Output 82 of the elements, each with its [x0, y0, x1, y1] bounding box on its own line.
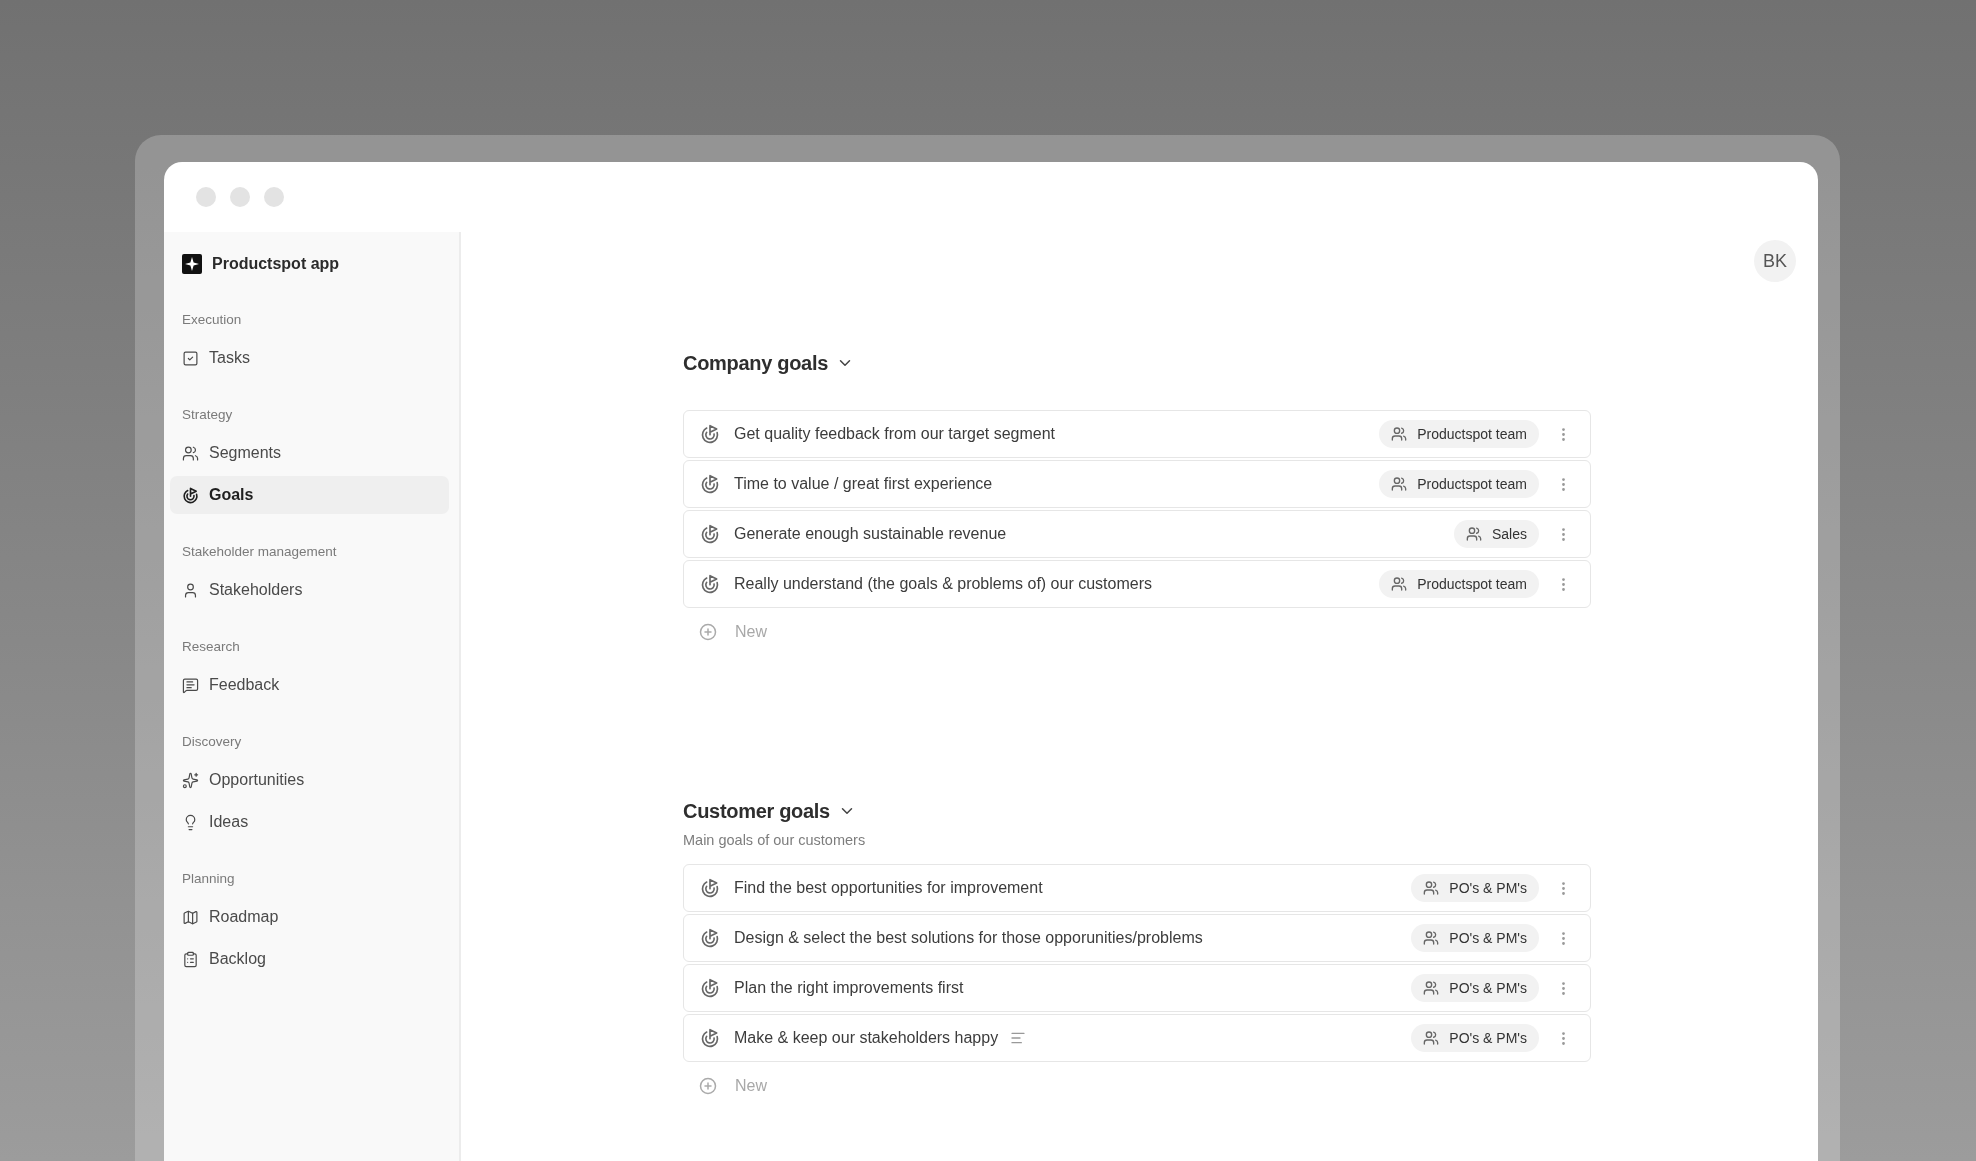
team-name: Productspot team — [1417, 476, 1527, 492]
goal-row[interactable]: Generate enough sustainable revenue Sales — [683, 510, 1591, 558]
goal-icon — [700, 928, 720, 948]
sidebar-item[interactable]: Stakeholders — [170, 571, 449, 609]
section-title: Strategy — [181, 407, 234, 422]
sidebar-item[interactable]: Roadmap — [170, 898, 449, 936]
section-title: Execution — [181, 312, 243, 327]
goal-icon — [700, 474, 720, 494]
section-title: Discovery — [181, 734, 243, 749]
team-name: PO's & PM's — [1449, 930, 1527, 946]
clipboard-icon — [182, 950, 199, 968]
team-name: Sales — [1491, 526, 1527, 542]
goal-row[interactable]: Time to value / great first experience Productspot team — [683, 460, 1591, 508]
sidebar-item[interactable]: Ideas — [170, 803, 449, 841]
section-title: Stakeholder management — [181, 544, 338, 559]
team-tag[interactable]: PO's & PM's — [1411, 874, 1539, 902]
goal-row[interactable]: Find the best opportunities for improvement PO's & PM's — [683, 864, 1591, 912]
goal-row[interactable]: Get quality feedback from our target segment Productspot team — [683, 410, 1591, 458]
team-tag[interactable]: PO's & PM's — [1411, 974, 1539, 1002]
goal-icon — [182, 486, 199, 504]
goal-icon — [700, 878, 720, 898]
window-control[interactable] — [196, 187, 216, 207]
group-heading: Company goals — [683, 351, 829, 375]
users-icon — [182, 444, 199, 462]
goal-icon — [700, 524, 720, 544]
users-icon — [1465, 526, 1482, 542]
goal-row[interactable]: Make & keep our stakeholders happy PO's & PM's — [683, 1014, 1591, 1062]
app-name: Productspot app — [212, 255, 340, 273]
message-icon — [182, 676, 199, 694]
goal-row[interactable]: Really understand (the goals & problems of) our customers Productspot team — [683, 560, 1591, 608]
users-icon — [1423, 880, 1440, 896]
goal-row[interactable]: Design & select the best solutions for those opporunities/problems PO's & PM's — [683, 914, 1591, 962]
sidebar-item[interactable]: Backlog — [170, 940, 449, 978]
goal-title: Plan the right improvements first — [734, 979, 964, 997]
plus-icon — [699, 623, 717, 641]
sidebar-item[interactable]: Tasks — [170, 339, 449, 377]
team-tag[interactable]: Productspot team — [1379, 570, 1539, 598]
goal-icon — [700, 978, 720, 998]
section-title: Research — [181, 639, 241, 654]
user-avatar[interactable]: BK — [1754, 240, 1796, 282]
goal-icon — [700, 424, 720, 444]
team-tag[interactable]: Sales — [1453, 520, 1539, 548]
team-tag[interactable]: PO's & PM's — [1411, 924, 1539, 952]
users-icon — [1423, 930, 1440, 946]
users-icon — [1423, 980, 1440, 996]
sidebar-item[interactable]: Opportunities — [170, 761, 449, 799]
sidebar-item[interactable]: Goals — [170, 476, 449, 514]
team-name: PO's & PM's — [1449, 1030, 1527, 1046]
section-title: Planning — [181, 871, 236, 886]
users-icon — [1391, 426, 1408, 442]
team-tag[interactable]: PO's & PM's — [1411, 1024, 1539, 1052]
users-icon — [1391, 476, 1408, 492]
goal-title: Really understand (the goals & problems of) our customers — [734, 575, 1152, 593]
goal-title: Design & select the best solutions for those opporunities/problems — [734, 929, 1203, 947]
users-icon — [1391, 576, 1408, 592]
goal-title: Time to value / great first experience — [734, 475, 993, 493]
goal-title: Generate enough sustainable revenue — [734, 525, 1007, 543]
map-icon — [182, 908, 199, 926]
sidebar-item[interactable]: Feedback — [170, 666, 449, 704]
window-control[interactable] — [264, 187, 284, 207]
team-name: Productspot team — [1417, 426, 1527, 442]
goal-row[interactable]: Plan the right improvements first PO's & PM's — [683, 964, 1591, 1012]
goal-icon — [700, 1028, 720, 1048]
window-control[interactable] — [230, 187, 250, 207]
group-heading: Customer goals — [683, 799, 830, 823]
team-name: PO's & PM's — [1449, 980, 1527, 996]
sparkles-icon — [182, 771, 199, 789]
user-icon — [182, 581, 199, 599]
goal-title: Get quality feedback from our target segment — [734, 425, 1056, 443]
sparkle-logo-icon — [182, 254, 202, 274]
team-tag[interactable]: Productspot team — [1379, 420, 1539, 448]
sidebar-item[interactable]: Segments — [170, 434, 449, 472]
users-icon — [1423, 1030, 1440, 1046]
goal-title: Make & keep our stakeholders happy — [734, 1029, 999, 1047]
team-name: Productspot team — [1417, 576, 1527, 592]
checkbox-icon — [182, 349, 199, 367]
goal-title: Find the best opportunities for improvement — [734, 879, 1043, 897]
goal-icon — [700, 574, 720, 594]
plus-icon — [699, 1077, 717, 1095]
team-tag[interactable]: Productspot team — [1379, 470, 1539, 498]
team-name: PO's & PM's — [1449, 880, 1527, 896]
group-description: Main goals of our customers — [683, 832, 867, 848]
